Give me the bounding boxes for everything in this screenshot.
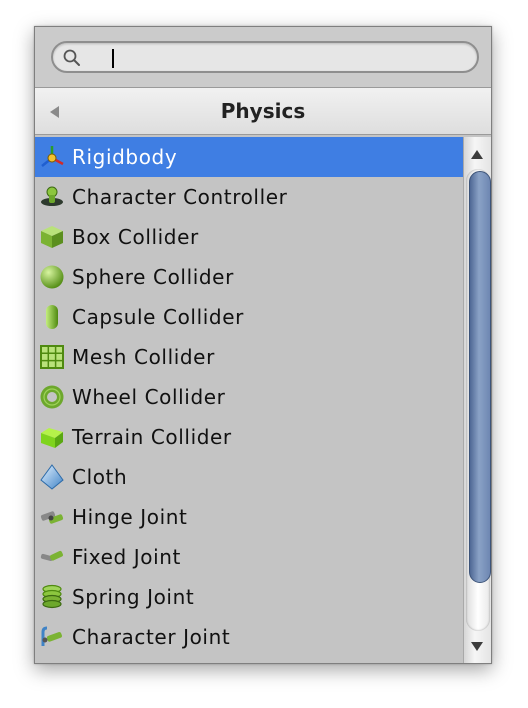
- category-header: Physics: [35, 87, 491, 135]
- scroll-down-arrow-icon[interactable]: [471, 642, 483, 651]
- list-item-spring-joint[interactable]: Spring Joint: [35, 577, 463, 617]
- item-label: Sphere Collider: [72, 265, 234, 289]
- text-caret: [112, 49, 114, 68]
- vertical-scrollbar[interactable]: [463, 137, 491, 663]
- item-label: Rigidbody: [72, 145, 178, 169]
- item-label: Terrain Collider: [72, 425, 232, 449]
- item-label: Character Controller: [72, 185, 288, 209]
- add-component-popup: Physics Rigidbody Character Controller B…: [34, 26, 492, 664]
- character-controller-icon: [41, 186, 63, 206]
- sphere-collider-icon: [40, 265, 64, 289]
- item-label: Wheel Collider: [72, 385, 226, 409]
- item-label: Cloth: [72, 465, 128, 489]
- item-label: Spring Joint: [72, 585, 195, 609]
- item-label: Hinge Joint: [72, 505, 188, 529]
- mesh-collider-icon: [40, 345, 64, 369]
- scroll-up-arrow-icon[interactable]: [471, 150, 483, 159]
- list-item-sphere-collider[interactable]: Sphere Collider: [35, 257, 463, 297]
- list-item-hinge-joint[interactable]: Hinge Joint: [35, 497, 463, 537]
- character-joint-icon: [41, 626, 62, 646]
- list-item-character-controller[interactable]: Character Controller: [35, 177, 463, 217]
- list-item-terrain-collider[interactable]: Terrain Collider: [35, 417, 463, 457]
- list-item-capsule-collider[interactable]: Capsule Collider: [35, 297, 463, 337]
- list-item-rigidbody[interactable]: Rigidbody: [35, 137, 463, 177]
- spring-joint-icon: [42, 584, 62, 609]
- box-collider-icon: [41, 226, 63, 248]
- search-area: [35, 27, 491, 87]
- hinge-joint-icon: [40, 511, 64, 524]
- scroll-thumb[interactable]: [469, 171, 491, 583]
- list-item-mesh-collider[interactable]: Mesh Collider: [35, 337, 463, 377]
- item-label: Mesh Collider: [72, 345, 215, 369]
- search-field[interactable]: [51, 41, 479, 73]
- list-item-fixed-joint[interactable]: Fixed Joint: [35, 537, 463, 577]
- item-label: Box Collider: [72, 225, 199, 249]
- rigidbody-icon: [41, 146, 64, 167]
- item-label: Character Joint: [72, 625, 231, 649]
- cloth-icon: [40, 464, 64, 490]
- item-label: Capsule Collider: [72, 305, 244, 329]
- list-item-character-joint[interactable]: Character Joint: [35, 617, 463, 657]
- scroll-track[interactable]: [466, 169, 491, 631]
- search-icon: [63, 49, 80, 66]
- fixed-joint-icon: [40, 550, 63, 562]
- list-item-cloth[interactable]: Cloth: [35, 457, 463, 497]
- list-item-wheel-collider[interactable]: Wheel Collider: [35, 377, 463, 417]
- terrain-collider-icon: [41, 428, 63, 448]
- category-title: Physics: [220, 99, 306, 123]
- capsule-collider-icon: [46, 305, 58, 329]
- search-input[interactable]: [87, 45, 467, 69]
- wheel-collider-icon: [40, 385, 64, 409]
- item-label: Fixed Joint: [72, 545, 181, 569]
- component-list: Rigidbody Character Controller Box Colli…: [35, 137, 463, 663]
- list-item-box-collider[interactable]: Box Collider: [35, 217, 463, 257]
